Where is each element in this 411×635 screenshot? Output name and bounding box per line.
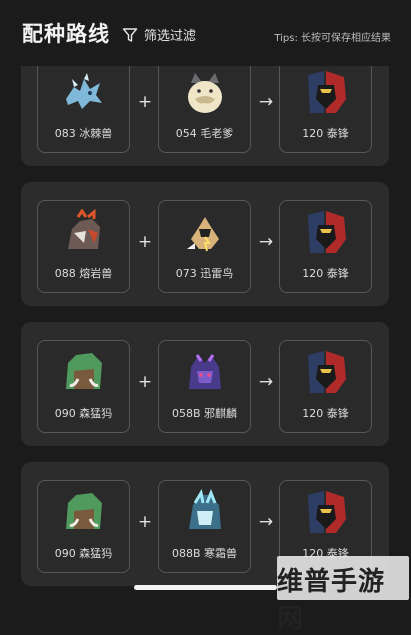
thunder-bird-icon	[187, 217, 219, 252]
arrow-icon: →	[258, 372, 274, 392]
furry-cat-icon	[188, 73, 222, 113]
parent-a-slot[interactable]: 090 森猛犸	[37, 480, 130, 573]
filter-label: 筛选过滤	[144, 29, 197, 44]
result-label: 120 泰锋	[302, 127, 349, 140]
parent-b-slot[interactable]: 058B 邪麒麟	[158, 340, 251, 433]
parent-a-slot[interactable]: 090 森猛犸	[37, 340, 130, 433]
tips-text: Tips: 长按可保存相应结果	[274, 33, 391, 44]
dark-qilin-icon	[189, 354, 221, 389]
plus-sign: +	[137, 372, 153, 392]
parent-b-slot[interactable]: 054 毛老爹	[158, 60, 251, 153]
result-slot[interactable]: 120 泰锋	[279, 340, 372, 433]
parent-a-label: 083 冰棘兽	[54, 127, 113, 140]
breeding-card[interactable]: 088 熔岩兽 + 073 迅雷鸟 → 120 泰锋	[21, 182, 389, 306]
armored-knight-icon	[308, 71, 346, 113]
result-slot[interactable]: 120 泰锋	[279, 200, 372, 293]
breeding-route-list[interactable]: 083 冰棘兽 + 054 毛老爹 → 120 泰锋 088 熔岩兽 + 073…	[0, 0, 411, 600]
frost-beast-icon	[189, 489, 221, 529]
site-watermark: 维普手游网	[277, 556, 409, 634]
filter-button[interactable]: 筛选过滤	[122, 25, 196, 44]
lava-beast-icon	[68, 209, 100, 249]
parent-b-label: 054 毛老爹	[175, 127, 234, 140]
armored-knight-icon	[308, 491, 346, 533]
arrow-icon: →	[258, 232, 274, 252]
parent-a-slot[interactable]: 088 熔岩兽	[37, 200, 130, 293]
arrow-icon: →	[258, 92, 274, 112]
plus-sign: +	[137, 232, 153, 252]
armored-knight-icon	[308, 211, 346, 253]
parent-a-label: 088 熔岩兽	[54, 267, 113, 280]
parent-b-label: 073 迅雷鸟	[175, 267, 234, 280]
parent-a-slot[interactable]: 083 冰棘兽	[37, 60, 130, 153]
forest-mammoth-icon	[66, 353, 102, 389]
result-label: 120 泰锋	[302, 407, 349, 420]
parent-b-label: 088B 寒霜兽	[171, 547, 238, 560]
parent-b-label: 058B 邪麒麟	[171, 407, 238, 420]
parent-b-slot[interactable]: 073 迅雷鸟	[158, 200, 251, 293]
plus-sign: +	[137, 512, 153, 532]
parent-b-slot[interactable]: 088B 寒霜兽	[158, 480, 251, 573]
arrow-icon: →	[258, 512, 274, 532]
home-indicator[interactable]	[134, 585, 277, 590]
result-label: 120 泰锋	[302, 267, 349, 280]
forest-mammoth-icon	[66, 493, 102, 529]
breeding-card[interactable]: 090 森猛犸 + 058B 邪麒麟 → 120 泰锋	[21, 322, 389, 446]
result-slot[interactable]: 120 泰锋	[279, 60, 372, 153]
page-title: 配种路线	[22, 22, 110, 46]
plus-sign: +	[137, 92, 153, 112]
armored-knight-icon	[308, 351, 346, 393]
funnel-icon	[122, 27, 138, 42]
watermark-text: 维普手游网	[277, 567, 386, 634]
parent-a-label: 090 森猛犸	[54, 407, 113, 420]
parent-a-label: 090 森猛犸	[54, 547, 113, 560]
ice-dragon-icon	[66, 73, 102, 109]
header-bar: 配种路线 筛选过滤 Tips: 长按可保存相应结果	[0, 0, 411, 66]
